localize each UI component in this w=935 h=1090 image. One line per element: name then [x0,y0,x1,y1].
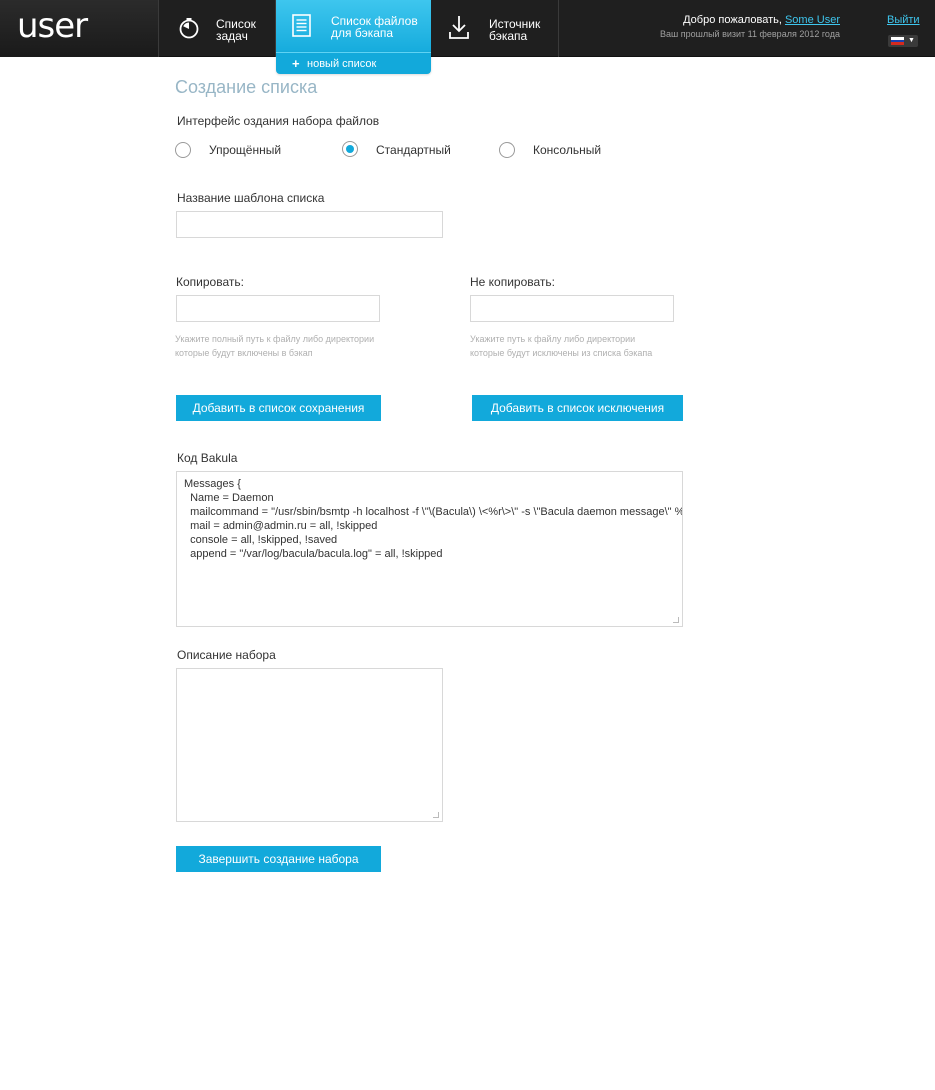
nav-label: Источник бэкапа [489,17,541,43]
radio-simplified[interactable] [175,142,191,158]
top-header: user Список задач Список файлов для бэка… [0,0,935,57]
download-icon [449,16,469,39]
nocopy-hint: Укажите путь к файлу либо директории кот… [470,334,653,358]
russian-flag-icon [891,37,904,45]
radio-label-standard: Стандартный [376,143,451,157]
welcome-text: Добро пожаловать, Some User [683,14,840,26]
nav-label: Список файлов для бэкапа [331,14,418,40]
subnav-label: новый список [307,58,377,70]
nocopy-label: Не копировать: [470,275,556,289]
nocopy-path-input[interactable] [470,295,674,322]
document-list-icon [292,14,311,37]
copy-label: Копировать: [176,275,244,289]
resize-grip-icon[interactable] [433,812,439,818]
bacula-code-textarea[interactable]: Messages { Name = Daemon mailcommand = "… [176,471,683,627]
radio-standard[interactable] [342,141,358,157]
page-title: Создание списка [175,77,318,97]
logo-area[interactable]: user [0,0,159,57]
language-selector[interactable]: ▼ [888,35,918,47]
logout-link[interactable]: Выйти [887,14,920,26]
radio-label-console: Консольный [533,143,602,157]
radio-label-simplified: Упрощённый [209,143,282,157]
template-name-input[interactable] [176,211,443,238]
plus-icon: + [292,56,300,71]
last-visit-text: Ваш прошлый визит 11 февраля 2012 года [659,29,840,39]
finish-creation-button[interactable]: Завершить создание набора [176,846,381,872]
description-label: Описание набора [177,648,276,662]
nav-item-backup-source[interactable]: Источник бэкапа [431,0,559,57]
welcome-prefix: Добро пожаловать, [683,14,785,26]
nav-item-task-list[interactable]: Список задач [160,0,276,57]
chevron-down-icon: ▼ [908,37,915,44]
username-link[interactable]: Some User [785,14,840,26]
copy-path-input[interactable] [176,295,380,322]
add-to-include-list-button[interactable]: Добавить в список сохранения [176,395,381,421]
copy-hint: Укажите полный путь к файлу либо директо… [175,334,375,358]
bacula-code-label: Код Bakula [177,451,238,465]
subnav-new-list[interactable]: + новый список [276,52,431,74]
template-name-label: Название шаблона списка [177,191,325,205]
add-to-exclude-list-button[interactable]: Добавить в список исключения [472,395,683,421]
description-textarea[interactable] [176,668,443,822]
nav-item-backup-file-list[interactable]: Список файлов для бэкапа [276,0,431,57]
stopwatch-icon [179,18,199,39]
logo: user [17,6,88,46]
resize-grip-icon[interactable] [673,617,679,623]
radio-console[interactable] [499,142,515,158]
interface-label: Интерфейс оздания набора файлов [177,114,380,128]
